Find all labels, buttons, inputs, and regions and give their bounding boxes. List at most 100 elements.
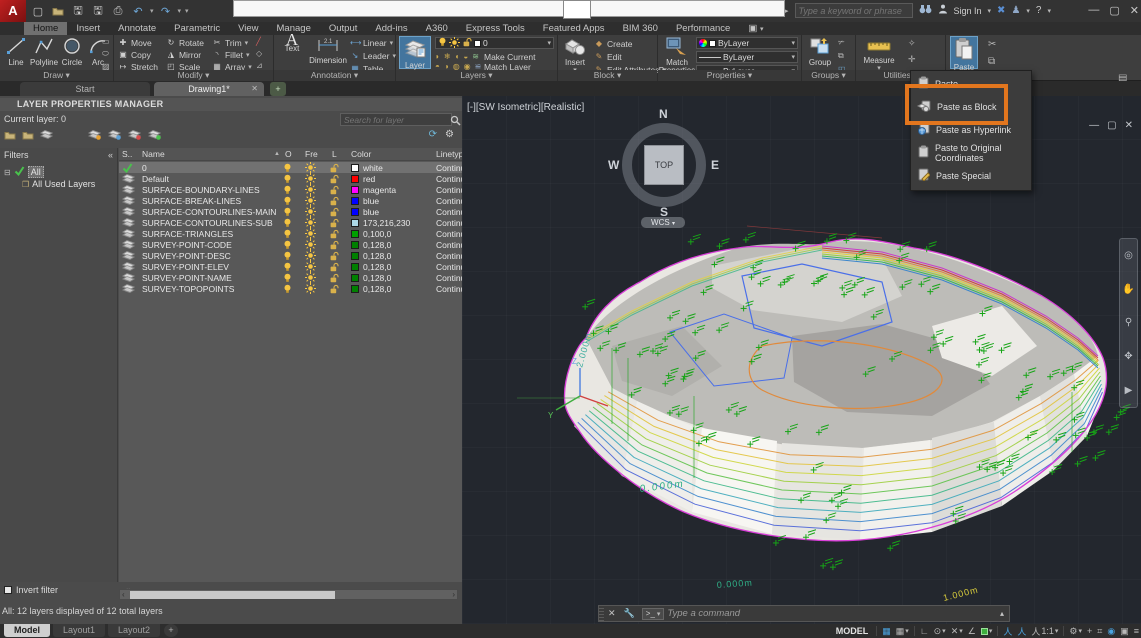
snap-mode-icon[interactable]: ▦▾ <box>896 626 909 637</box>
grid-display-icon[interactable]: ▦ <box>882 626 891 637</box>
communication-caret-icon[interactable]: ▾ <box>1026 7 1030 15</box>
filter-all-used-layers[interactable]: ❒ All Used Layers <box>22 179 95 189</box>
command-close-icon[interactable]: ✕ <box>604 608 620 619</box>
copy-button[interactable]: ▣Copy <box>118 49 158 60</box>
model-space-badge[interactable]: MODEL <box>833 626 872 636</box>
col-status[interactable]: S.. <box>122 149 132 159</box>
ortho-mode-icon[interactable]: ∟ <box>920 626 929 636</box>
panel-label-groups[interactable]: Groups ▾ <box>802 70 855 81</box>
scroll-left-icon[interactable]: ‹ <box>122 590 125 600</box>
graphics-performance-icon[interactable]: ▣ <box>1120 626 1129 637</box>
qat-customize-icon[interactable]: ▾ <box>185 7 189 15</box>
binoculars-icon[interactable] <box>919 4 932 17</box>
tab-layout2[interactable]: Layout2 <box>108 624 160 637</box>
col-name[interactable]: Name <box>142 149 165 159</box>
zoom-icon[interactable]: ⚲ <box>1125 317 1132 328</box>
erase-icon[interactable]: ╱ <box>256 37 263 46</box>
communication-center-icon[interactable]: ♟ <box>1011 5 1020 16</box>
match-properties-button[interactable]: Match Properties <box>660 36 694 69</box>
layer-row-survey-point-desc[interactable]: SURVEY-POINT-DESC0,128,0Continu... <box>119 250 462 261</box>
layer-properties-button[interactable]: Layer Properties <box>399 36 431 69</box>
layer-row-surface-triangles[interactable]: SURFACE-TRIANGLES0,100,0Continu... <box>119 228 462 239</box>
ribbon-tab-featured-apps[interactable]: Featured Apps <box>534 22 614 35</box>
settings-gear-icon[interactable]: ⚙ <box>445 129 454 140</box>
ribbon-tab-home[interactable]: Home <box>24 22 67 35</box>
set-current-icon[interactable] <box>148 129 161 143</box>
application-menu-button[interactable]: A <box>0 0 26 22</box>
horizontal-scrollbar[interactable]: ‹ › <box>119 589 458 600</box>
layer-freeze-sun-icon[interactable] <box>305 195 316 206</box>
ribbon-tab-annotate[interactable]: Annotate <box>109 22 165 35</box>
panel-label-layers[interactable]: Layers ▾ <box>396 70 557 81</box>
object-color-dropdown[interactable]: ByLayer▾ <box>696 37 798 49</box>
layer-freeze-sun-icon[interactable] <box>305 250 316 261</box>
sign-in-link[interactable]: Sign In <box>954 6 982 16</box>
layer-color-swatch[interactable] <box>351 206 359 217</box>
layer-freeze-sun-icon[interactable] <box>305 283 316 294</box>
object-snap-icon[interactable]: ▾ <box>981 627 993 635</box>
command-line[interactable]: ✕ 🔧 >_ ▾ Type a command ▴ <box>598 605 1010 622</box>
layer-name[interactable]: SURFACE-CONTOURLINES-SUB <box>142 217 273 228</box>
layer-color-swatch[interactable] <box>351 217 359 228</box>
layer-row-survey-point-elev[interactable]: SURVEY-POINT-ELEV0,128,0Continu... <box>119 261 462 272</box>
navigation-wheel-icon[interactable]: ◎ <box>1124 250 1133 261</box>
save-icon[interactable]: 🖫 <box>70 3 86 19</box>
layer-name[interactable]: SURVEY-POINT-DESC <box>142 250 231 261</box>
layer-name[interactable]: SURVEY-TOPOPOINTS <box>142 283 234 294</box>
layer-row-surface-boundary-lines[interactable]: SURFACE-BOUNDARY-LINESmagentaContinu... <box>119 184 462 195</box>
menu-item-paste-special[interactable]: Paste Special <box>911 164 1033 187</box>
layer-color-swatch[interactable] <box>351 228 359 239</box>
new-icon[interactable]: ▢ <box>30 3 46 19</box>
palette-title[interactable]: LAYER PROPERTIES MANAGER <box>0 98 462 111</box>
layer-on-bulb-icon[interactable] <box>283 184 292 195</box>
layer-on-bulb-icon[interactable] <box>283 228 292 239</box>
layer-unlock-icon[interactable] <box>329 239 339 250</box>
layer-row-survey-topopoints[interactable]: SURVEY-TOPOPOINTS0,128,0Continu... <box>119 283 462 294</box>
restore-button[interactable]: ▢ <box>1109 4 1119 17</box>
units-icon[interactable]: ⌗ <box>1097 626 1102 637</box>
scrollbar-thumb[interactable] <box>130 591 335 599</box>
line-button[interactable]: Line <box>2 36 30 69</box>
tab-drawing1[interactable]: Drawing1* ✕ <box>154 82 264 96</box>
viewport-controls-label[interactable]: [-][SW Isometric][Realistic] <box>467 102 584 113</box>
mirror-button[interactable]: ◮Mirror <box>166 49 204 60</box>
col-color[interactable]: Color <box>351 149 371 159</box>
autoscale-icon[interactable]: 人 <box>1017 625 1026 638</box>
ribbon-tab-a360[interactable]: A360 <box>417 22 457 35</box>
wcs-menu[interactable]: WCS ▾ <box>641 217 685 228</box>
sign-in-caret-icon[interactable]: ▾ <box>988 7 992 15</box>
edit-button[interactable]: ✎Edit <box>594 51 666 62</box>
menu-item-paste-to-original-coordinates[interactable]: Paste to Original Coordinates <box>911 141 1033 164</box>
showmotion-icon[interactable]: ▶ <box>1125 385 1133 396</box>
customization-menu-icon[interactable]: ≡ <box>1134 626 1139 636</box>
viewcube[interactable]: N W E S TOP WCS ▾ <box>598 97 718 227</box>
layer-color-swatch[interactable] <box>351 195 359 206</box>
layer-color-swatch[interactable] <box>351 239 359 250</box>
layer-on-bulb-icon[interactable] <box>283 283 292 294</box>
model-viewport[interactable]: ZY0.000m1.000m2.000m0.000m [-][SW Isomet… <box>462 96 1141 624</box>
cut-icon[interactable]: ✂ <box>988 39 996 50</box>
rectangle-icon[interactable]: ▭ <box>102 37 110 46</box>
ellipse-icon[interactable]: ⬭ <box>102 49 110 59</box>
layer-name[interactable]: SURVEY-POINT-CODE <box>142 239 232 250</box>
layer-off-icon[interactable]: ◗ <box>435 52 440 61</box>
new-layer-vp-frozen-icon[interactable] <box>108 129 121 143</box>
layer-color-swatch[interactable] <box>351 250 359 261</box>
minimize-button[interactable]: — <box>1088 4 1099 16</box>
text-button[interactable]: A Text <box>278 36 306 69</box>
layer-on-bulb-icon[interactable] <box>283 250 292 261</box>
exchange-apps-icon[interactable]: ✖ <box>997 5 1005 16</box>
layer-freeze-sun-icon[interactable] <box>305 162 316 173</box>
layer-freeze-sun-icon[interactable] <box>305 228 316 239</box>
tab-layout1[interactable]: Layout1 <box>53 624 105 637</box>
customize-wrench-icon[interactable]: 🔧 <box>620 608 639 619</box>
ribbon-tab-output[interactable]: Output <box>320 22 367 35</box>
layer-color-swatch[interactable] <box>351 162 359 173</box>
layer-freeze-sun-icon[interactable] <box>305 173 316 184</box>
pan-hand-icon[interactable]: ✋ <box>1122 284 1134 295</box>
tree-expand-icon[interactable]: ⊟ <box>4 168 11 177</box>
measure-button[interactable]: Measure ▾ <box>862 36 896 69</box>
viewport-minimize-icon[interactable]: — <box>1089 120 1099 131</box>
layer-row-survey-point-code[interactable]: SURVEY-POINT-CODE0,128,0Continu... <box>119 239 462 250</box>
panel-label-properties[interactable]: Properties ▾ <box>658 70 801 81</box>
